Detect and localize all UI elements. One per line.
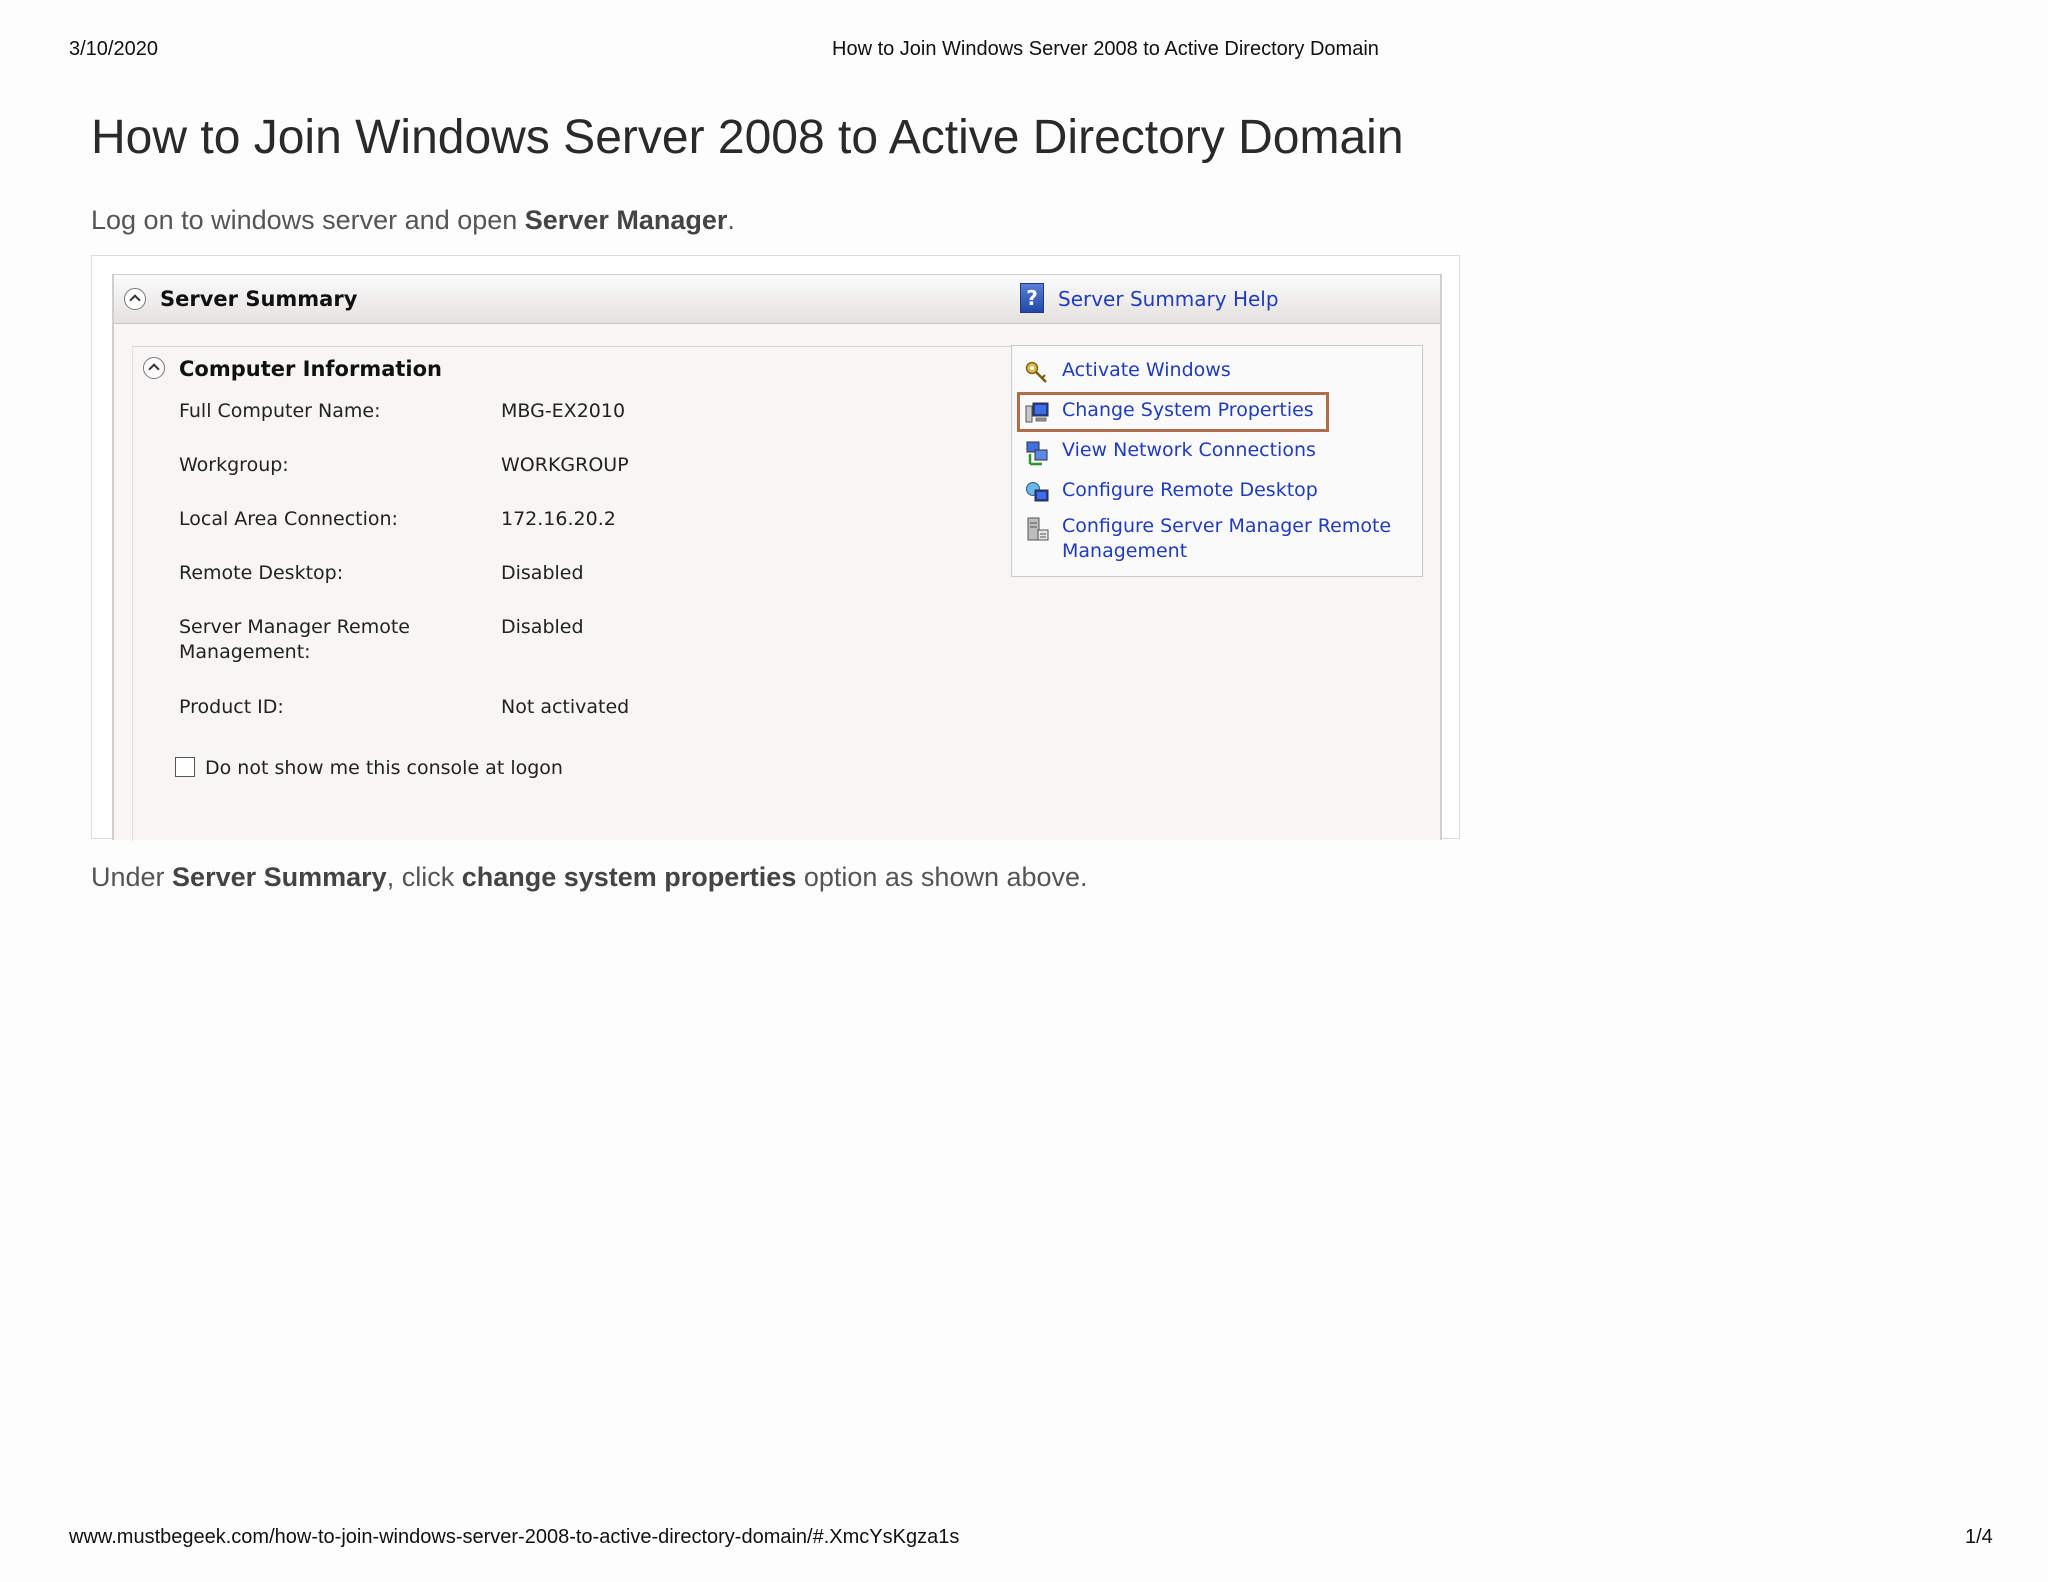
info-value: 172.16.20.2	[501, 508, 616, 530]
task-links-panel: Activate Windows Change System Propertie…	[1011, 345, 1423, 577]
task-label[interactable]: View Network Connections	[1062, 438, 1402, 463]
task-label[interactable]: Configure Remote Desktop	[1062, 478, 1402, 503]
collapse-chevron-icon[interactable]	[143, 357, 165, 379]
server-manager-icon	[1027, 517, 1049, 541]
computer-properties-icon	[1025, 402, 1049, 423]
server-summary-panel: Server Summary ? Server Summary Help Com…	[112, 274, 1442, 841]
server-summary-header: Server Summary ? Server Summary Help	[114, 274, 1440, 324]
computer-information-title: Computer Information	[179, 357, 443, 381]
computer-information-section: Computer Information Full Computer Name:…	[132, 345, 1423, 841]
print-date: 3/10/2020	[69, 38, 158, 60]
help-question-icon: ?	[1020, 283, 1044, 313]
hide-console-checkbox-label[interactable]: Do not show me this console at logon	[205, 757, 563, 779]
article-title: How to Join Windows Server 2008 to Activ…	[91, 111, 1404, 164]
info-label: Full Computer Name:	[179, 400, 381, 422]
info-value: Not activated	[501, 696, 630, 718]
info-label: Product ID:	[179, 696, 284, 718]
info-value: Disabled	[501, 562, 584, 584]
info-label: Server Manager Remote Management:	[179, 616, 410, 663]
info-value: MBG-EX2010	[501, 400, 626, 422]
print-header-title: How to Join Windows Server 2008 to Activ…	[832, 38, 1379, 60]
task-label[interactable]: Configure Server Manager Remote Manageme…	[1062, 514, 1402, 564]
info-label: Local Area Connection:	[179, 508, 398, 530]
keys-icon	[1025, 361, 1047, 383]
task-label[interactable]: Change System Properties	[1062, 398, 1402, 423]
hide-console-checkbox[interactable]	[175, 757, 195, 777]
print-footer-url: www.mustbegeek.com/how-to-join-windows-s…	[69, 1526, 960, 1548]
collapse-chevron-icon[interactable]	[124, 288, 146, 310]
server-summary-title: Server Summary	[160, 287, 358, 311]
task-label[interactable]: Activate Windows	[1062, 358, 1402, 383]
info-label: Remote Desktop:	[179, 562, 344, 584]
info-value: WORKGROUP	[501, 454, 629, 476]
instruction-paragraph: Under Server Summary, click change syste…	[91, 862, 1088, 892]
remote-desktop-icon	[1026, 482, 1049, 502]
info-value: Disabled	[501, 616, 584, 638]
info-label: Workgroup:	[179, 454, 289, 476]
server-summary-help-link[interactable]: Server Summary Help	[1058, 287, 1279, 311]
print-page-number: 1/4	[1965, 1526, 1993, 1548]
intro-paragraph: Log on to windows server and open Server…	[91, 205, 735, 235]
server-manager-screenshot: Server Summary ? Server Summary Help Com…	[91, 255, 1460, 841]
network-connections-icon	[1026, 441, 1048, 466]
